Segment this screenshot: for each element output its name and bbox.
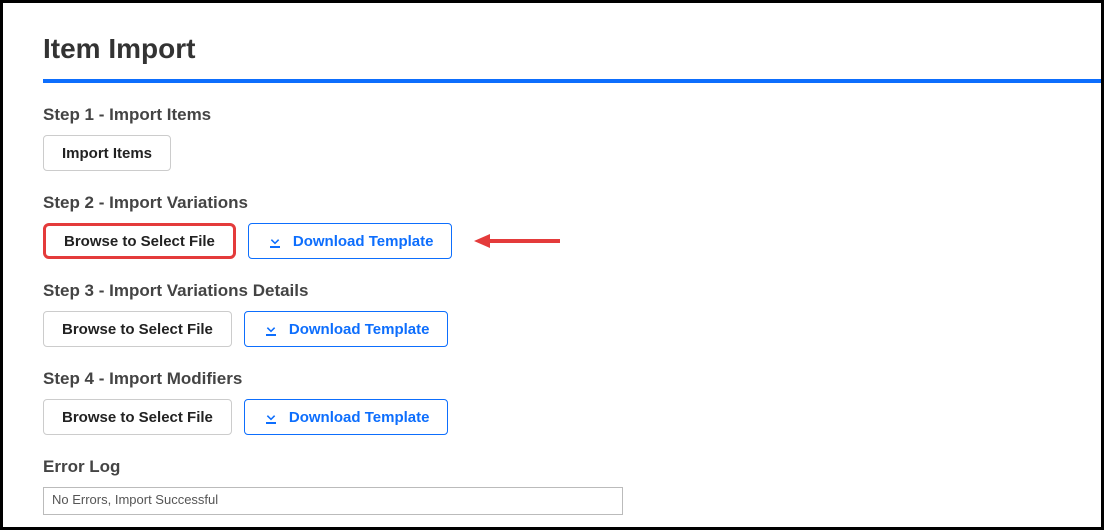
browse-file-button-step3[interactable]: Browse to Select File — [43, 311, 232, 347]
download-template-button-step4[interactable]: Download Template — [244, 399, 449, 435]
browse-file-button-step4[interactable]: Browse to Select File — [43, 399, 232, 435]
step-4-buttons: Browse to Select File Download Template — [43, 399, 1061, 435]
step-2-section: Step 2 - Import Variations Browse to Sel… — [43, 193, 1061, 259]
page-title: Item Import — [43, 33, 1061, 65]
step-1-heading: Step 1 - Import Items — [43, 105, 1061, 125]
step-1-buttons: Import Items — [43, 135, 1061, 171]
download-icon — [263, 409, 279, 425]
download-template-button-step3[interactable]: Download Template — [244, 311, 449, 347]
step-2-buttons: Browse to Select File Download Template — [43, 223, 1061, 259]
import-items-button[interactable]: Import Items — [43, 135, 171, 171]
error-log-section: Error Log No Errors, Import Successful — [43, 457, 1061, 515]
error-log-box: No Errors, Import Successful — [43, 487, 623, 515]
download-icon — [267, 233, 283, 249]
download-template-label: Download Template — [289, 321, 430, 338]
download-icon — [263, 321, 279, 337]
step-2-heading: Step 2 - Import Variations — [43, 193, 1061, 213]
download-template-label: Download Template — [289, 409, 430, 426]
step-4-heading: Step 4 - Import Modifiers — [43, 369, 1061, 389]
download-template-button-step2[interactable]: Download Template — [248, 223, 453, 259]
step-4-section: Step 4 - Import Modifiers Browse to Sele… — [43, 369, 1061, 435]
step-1-section: Step 1 - Import Items Import Items — [43, 105, 1061, 171]
step-3-buttons: Browse to Select File Download Template — [43, 311, 1061, 347]
annotation-arrow — [472, 231, 562, 251]
step-3-section: Step 3 - Import Variations Details Brows… — [43, 281, 1061, 347]
step-3-heading: Step 3 - Import Variations Details — [43, 281, 1061, 301]
error-log-heading: Error Log — [43, 457, 1061, 477]
title-divider — [43, 79, 1101, 83]
browse-file-button-step2[interactable]: Browse to Select File — [43, 223, 236, 259]
download-template-label: Download Template — [293, 233, 434, 250]
